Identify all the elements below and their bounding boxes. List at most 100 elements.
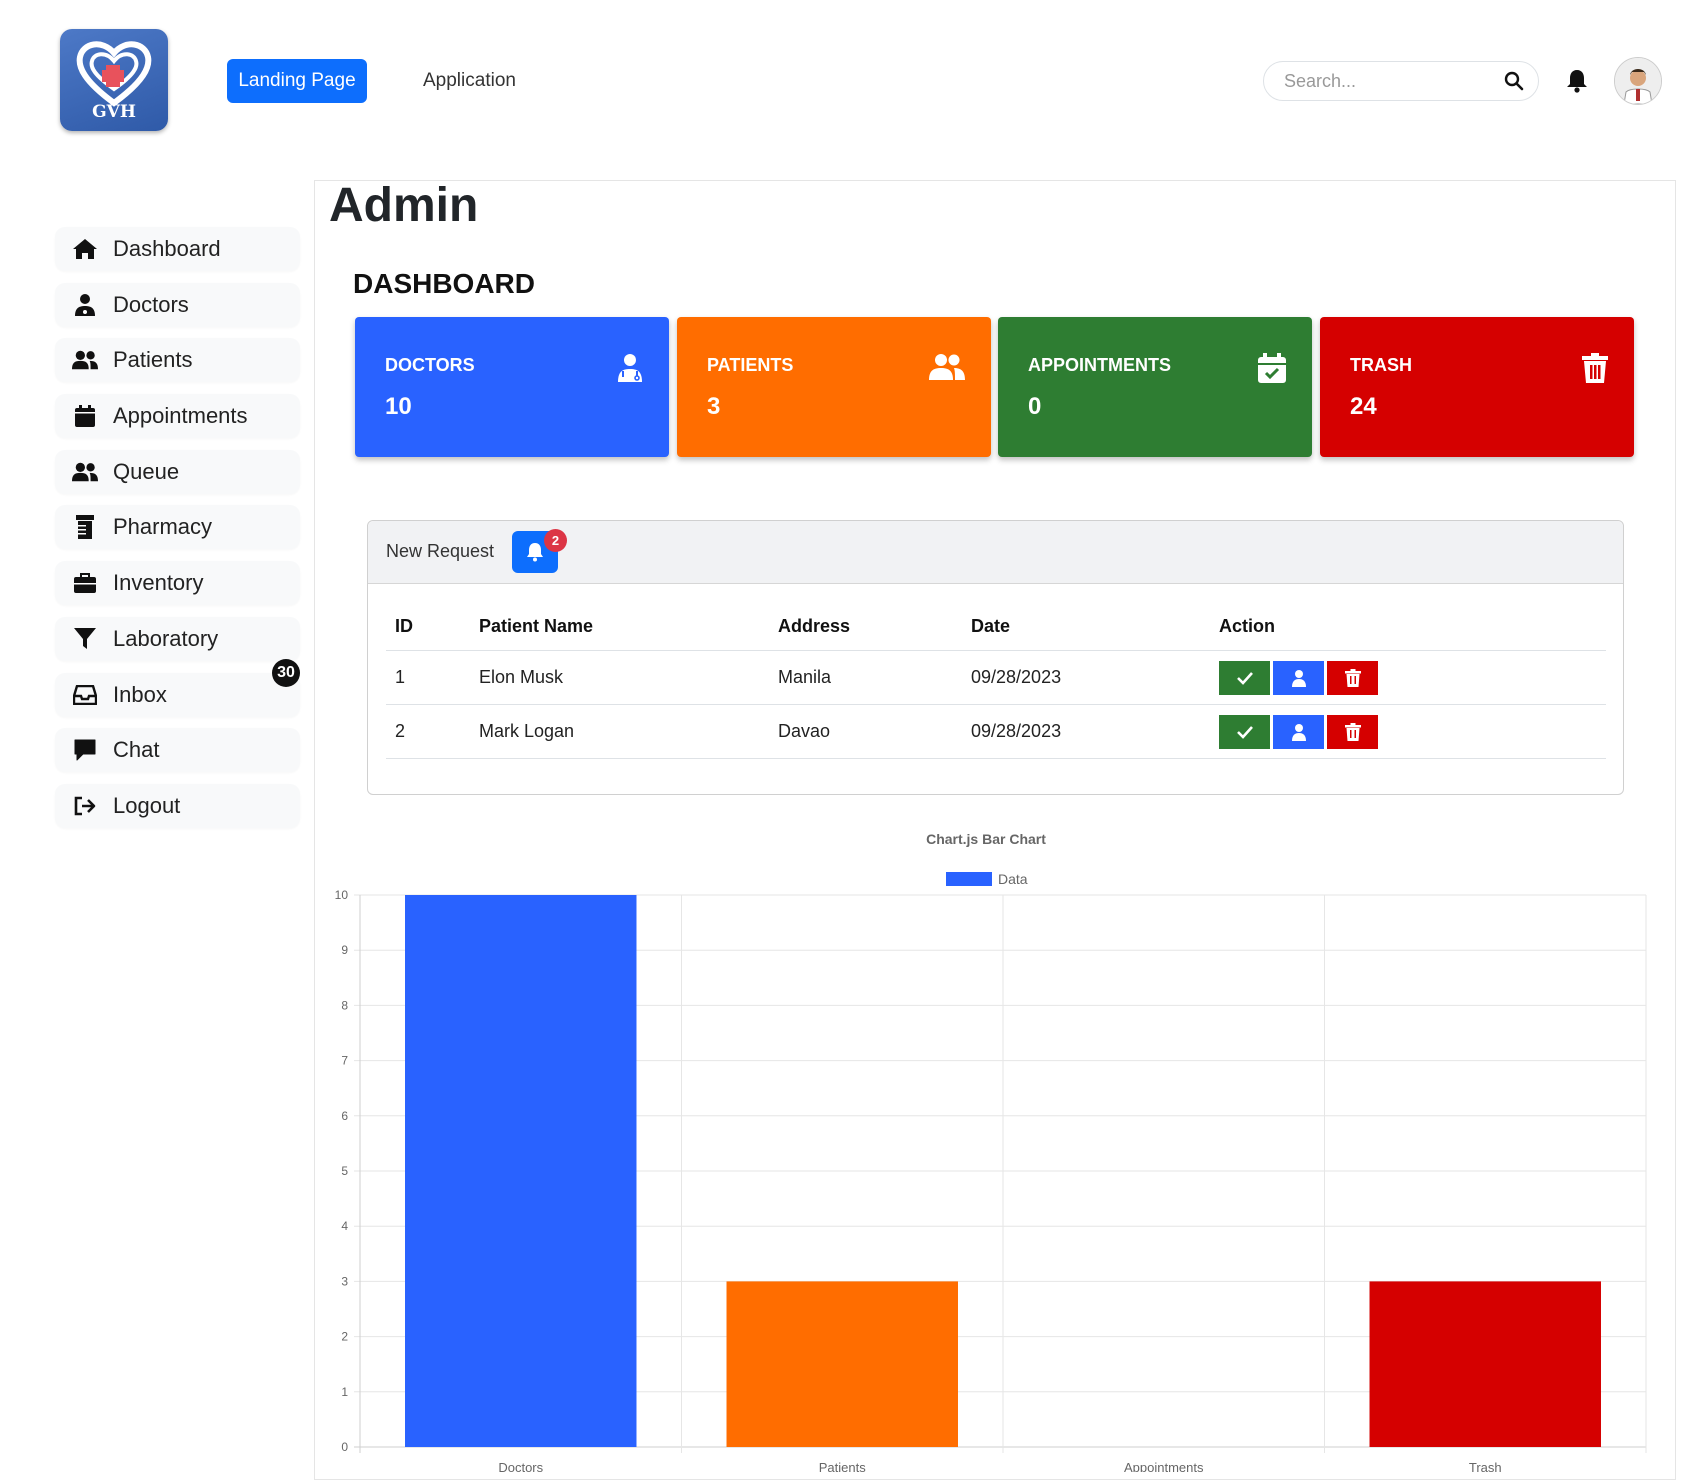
filter-icon (72, 627, 98, 651)
stat-card-doctors[interactable]: DOCTORS 10 (355, 317, 669, 457)
column-header-patient-name: Patient Name (470, 603, 769, 651)
table-row: 2 Mark Logan Davao 09/28/2023 (386, 704, 1606, 759)
sidebar-item-label: Chat (113, 737, 160, 763)
y-tick-label: 6 (341, 1109, 348, 1123)
inbox-icon (72, 683, 98, 707)
search-box (1263, 61, 1539, 101)
sidebar-item-label: Patients (113, 347, 193, 373)
chart-bar-patients[interactable] (726, 1281, 958, 1447)
check-icon (1236, 725, 1253, 739)
trash-icon (1344, 668, 1361, 687)
card-label: APPOINTMENTS (1028, 355, 1172, 375)
sidebar-item-dashboard[interactable]: Dashboard (55, 227, 300, 271)
heart-logo-icon (76, 41, 152, 107)
cell-date: 09/28/2023 (962, 704, 1210, 759)
section-title: DASHBOARD (353, 268, 535, 299)
search-icon[interactable] (1504, 71, 1524, 96)
column-header-address: Address (769, 603, 962, 651)
logout-icon (72, 794, 98, 818)
home-icon (72, 237, 98, 261)
sidebar-item-chat[interactable]: Chat (55, 728, 300, 773)
users-icon (72, 348, 98, 372)
search-input[interactable] (1282, 70, 1496, 93)
y-tick-label: 7 (341, 1054, 348, 1068)
table-row: 1 Elon Musk Manila 09/28/2023 (386, 650, 1606, 705)
legend-label[interactable]: Data (998, 871, 1028, 887)
users-icon (72, 460, 98, 484)
delete-button[interactable] (1327, 714, 1378, 749)
sidebar-item-queue[interactable]: Queue (55, 449, 300, 494)
y-tick-label: 9 (341, 943, 348, 957)
sidebar-item-pharmacy[interactable]: Pharmacy (55, 505, 300, 550)
y-tick-label: 0 (341, 1440, 348, 1454)
sidebar-item-appointments[interactable]: Appointments (55, 394, 300, 439)
cell-actions (1210, 650, 1606, 705)
user-icon (1291, 723, 1306, 741)
y-tick-label: 3 (341, 1274, 348, 1288)
delete-button[interactable] (1327, 660, 1378, 695)
cell-date: 09/28/2023 (962, 650, 1210, 705)
user-icon (1291, 669, 1306, 687)
stat-card-patients[interactable]: PATIENTS 3 (677, 317, 991, 457)
prescription-bottle-icon (72, 515, 98, 540)
users-icon (929, 353, 965, 386)
inbox-count-badge: 30 (272, 658, 300, 687)
column-header-id: ID (386, 603, 470, 651)
sidebar-item-inbox[interactable]: Inbox 30 (55, 658, 300, 717)
calendar-icon (72, 404, 98, 428)
stat-card-trash[interactable]: TRASH 24 (1320, 317, 1634, 457)
bar-chart: Chart.js Bar Chart Data 0 1 2 3 4 5 6 7 8 9 10 Doct… (335, 831, 1647, 1472)
sidebar-item-doctors[interactable]: Doctors (55, 282, 300, 327)
card-value: 3 (707, 393, 721, 420)
y-tick-label: 8 (341, 998, 348, 1012)
column-header-action: Action (1210, 603, 1606, 651)
y-tick-label: 5 (341, 1164, 348, 1178)
request-table: ID Patient Name Address Date Action 1 El… (386, 603, 1606, 759)
card-value: 10 (385, 393, 412, 420)
legend-swatch (946, 872, 992, 886)
page-title: Admin (329, 179, 479, 232)
chat-icon (72, 738, 98, 762)
x-tick-label: Doctors (498, 1460, 543, 1472)
y-tick-label: 1 (341, 1385, 348, 1399)
view-patient-button[interactable] (1273, 714, 1324, 749)
card-label: TRASH (1350, 355, 1412, 375)
y-tick-label: 4 (341, 1219, 348, 1233)
sidebar-item-label: Inventory (113, 570, 204, 596)
view-patient-button[interactable] (1273, 660, 1324, 695)
stat-card-appointments[interactable]: APPOINTMENTS 0 (998, 317, 1312, 457)
sidebar-item-inventory[interactable]: Inventory (55, 561, 300, 606)
approve-button[interactable] (1219, 660, 1270, 695)
sidebar-item-label: Logout (113, 792, 181, 818)
sidebar-item-laboratory[interactable]: Laboratory (55, 616, 300, 661)
notification-bell-icon[interactable] (1566, 69, 1588, 98)
approve-button[interactable] (1219, 714, 1270, 749)
card-value: 24 (1350, 393, 1377, 420)
y-tick-label: 10 (335, 888, 349, 902)
calendar-check-icon (1258, 353, 1286, 388)
nav-landing-page[interactable]: Landing Page (227, 59, 367, 103)
sidebar-item-label: Dashboard (113, 236, 221, 261)
sidebar-item-label: Laboratory (113, 625, 219, 651)
bell-icon (527, 543, 543, 562)
chart-bar-trash[interactable] (1369, 1281, 1601, 1447)
app-logo[interactable]: GVH (60, 29, 168, 131)
sidebar-item-logout[interactable]: Logout (55, 783, 300, 828)
sidebar-item-patients[interactable]: Patients (55, 338, 300, 383)
sidebar-item-label: Queue (113, 458, 180, 484)
x-tick-label: Patients (819, 1460, 866, 1472)
new-request-header: New Request 2 (368, 521, 1623, 584)
user-avatar[interactable] (1614, 57, 1662, 105)
sidebar-item-label: Pharmacy (113, 514, 213, 540)
chart-bar-doctors[interactable] (405, 895, 637, 1447)
nav-application[interactable]: Application (423, 59, 516, 103)
cell-actions (1210, 704, 1606, 759)
table-header-row: ID Patient Name Address Date Action (386, 603, 1606, 651)
briefcase-icon (72, 571, 98, 595)
sidebar: Dashboard Doctors Patients Appointments … (55, 227, 300, 840)
cell-id: 1 (386, 650, 470, 705)
sidebar-item-label: Doctors (113, 291, 189, 317)
sidebar-item-label: Inbox (113, 681, 167, 707)
user-doctor-icon (72, 293, 98, 317)
cell-address: Davao (769, 704, 962, 759)
